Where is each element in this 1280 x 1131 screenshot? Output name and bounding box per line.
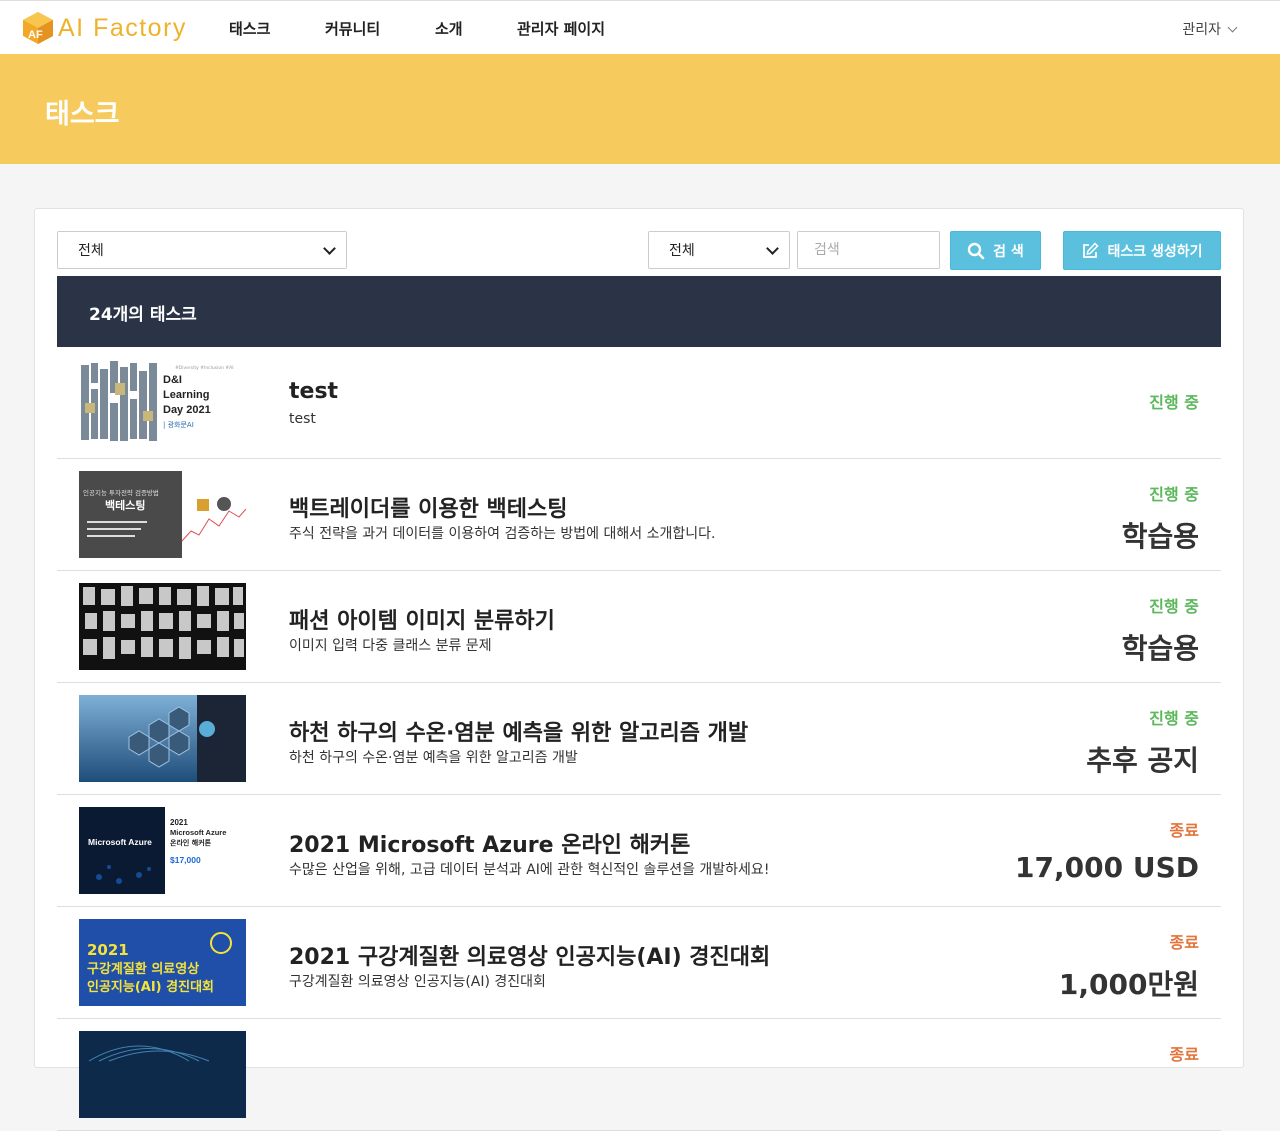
task-panel: 전체 전체 검 색 태스크 생성하기 24개의 태스크 [34,208,1244,1131]
task-count: 24개의 태스크 [89,305,197,325]
logo[interactable]: AF AI Factory [22,11,187,45]
category-select-value: 전체 [78,243,104,259]
prize-value: 1,000만원 [1058,968,1199,1001]
search-input[interactable] [797,231,940,269]
prize-value: 17,000 USD [1015,851,1199,884]
nav-item-admin[interactable]: 관리자 페이지 [517,18,605,39]
thumbnail-line: Microsoft Azure [88,837,152,847]
thumbnail-line: Microsoft Azure [170,828,226,837]
nav-item-community[interactable]: 커뮤니티 [325,18,380,39]
prize-value: 학습용 [1121,632,1199,665]
logo-mark-text: AF [28,29,43,41]
task-description: test [289,411,316,427]
thumbnail-line: Day 2021 [163,404,211,416]
chevron-down-icon [1227,22,1238,32]
status-badge: 종료 [1169,933,1199,952]
thumbnail-line: Learning [163,389,209,401]
task-row[interactable]: 2021 구강계질환 의료영상 인공지능(AI) 경진대회 2021 구강계질환… [57,907,1221,1019]
thumbnail-line: 인공지능(AI) 경진대회 [87,979,214,995]
task-row[interactable]: 종료 [57,1019,1221,1131]
status-badge: 종료 [1169,1045,1199,1064]
search-field-select[interactable]: 전체 [648,231,790,269]
category-select[interactable]: 전체 [57,231,347,269]
task-thumbnail: 인공지능 투자전략 검증방법 백테스팅 [79,471,246,558]
status-badge: 종료 [1169,821,1199,840]
user-label: 관리자 [1182,22,1221,38]
search-button-label: 검 색 [993,243,1024,260]
thumbnail-line: $17,000 [170,855,201,865]
nav-item-about[interactable]: 소개 [435,18,463,39]
task-thumbnail: #Diversity #Inclusion #AI D&I Learning D… [79,359,246,446]
task-title[interactable]: 하천 하구의 수온·염분 예측을 위한 알고리즘 개발 [289,715,748,747]
thumbnail-line: 인공지능 투자전략 검증방법 [83,488,159,497]
search-button[interactable]: 검 색 [950,231,1041,270]
create-task-button-label: 태스크 생성하기 [1107,243,1203,260]
status-badge: 진행 중 [1149,485,1199,504]
thumbnail-line: 구강계질환 의료영상 [87,961,199,977]
task-description: 주식 전략을 과거 데이터를 이용하여 검증하는 방법에 대해서 소개합니다. [289,526,716,542]
create-task-button[interactable]: 태스크 생성하기 [1063,231,1221,270]
task-description: 수많은 산업을 위해, 고급 데이터 분석과 AI에 관한 혁신적인 솔루션을 … [289,862,770,878]
edit-icon [1083,241,1100,258]
thumbnail-line: 2021 [87,941,129,959]
task-count-bar: 24개의 태스크 [57,276,1221,347]
thumbnail-line: 2021 [170,818,188,827]
status-badge: 진행 중 [1149,709,1199,728]
task-row[interactable]: Microsoft Azure 2021 Microsoft Azure 온라인… [57,795,1221,907]
task-thumbnail [79,1031,246,1118]
task-row[interactable]: 패션 아이템 이미지 분류하기 이미지 입력 다중 클래스 분류 문제 진행 중… [57,571,1221,683]
task-thumbnail: Microsoft Azure 2021 Microsoft Azure 온라인… [79,807,246,894]
task-title[interactable]: test [289,379,338,404]
task-row[interactable]: #Diversity #Inclusion #AI D&I Learning D… [57,347,1221,459]
thumbnail-line: | 광화문AI [163,421,194,429]
search-icon [967,242,985,259]
user-menu[interactable]: 관리자 [1182,19,1238,39]
chevron-down-icon [323,242,336,255]
task-thumbnail [79,695,246,782]
nav-item-tasks[interactable]: 태스크 [229,18,270,39]
task-title[interactable]: 2021 Microsoft Azure 온라인 해커톤 [289,827,690,859]
task-title[interactable]: 2021 구강계질환 의료영상 인공지능(AI) 경진대회 [289,939,770,971]
status-badge: 진행 중 [1149,597,1199,616]
top-navigation: AF AI Factory 태스크 커뮤니티 소개 관리자 페이지 관리자 [0,0,1280,54]
task-title[interactable]: 백트레이더를 이용한 백테스팅 [289,491,567,523]
logo-icon: AF [22,11,54,45]
prize-value: 학습용 [1121,520,1199,553]
task-list: #Diversity #Inclusion #AI D&I Learning D… [57,347,1221,1131]
task-thumbnail: 2021 구강계질환 의료영상 인공지능(AI) 경진대회 [79,919,246,1006]
search-field-select-value: 전체 [669,243,695,259]
task-description: 하천 하구의 수온·염분 예측을 위한 알고리즘 개발 [289,750,578,766]
status-badge: 진행 중 [1149,393,1199,412]
task-thumbnail [79,583,246,670]
thumbnail-line: D&I [163,374,182,386]
logo-text: AI Factory [58,13,187,42]
task-description: 이미지 입력 다중 클래스 분류 문제 [289,638,492,654]
thumbnail-line: 온라인 해커톤 [170,838,212,847]
page-title: 태스크 [45,99,120,130]
task-description: 구강계질환 의료영상 인공지능(AI) 경진대회 [289,974,546,990]
page-banner: 태스크 [0,54,1280,164]
chevron-down-icon [766,242,779,255]
task-row[interactable]: 인공지능 투자전략 검증방법 백테스팅 백트레이더를 이용한 백테스팅 주식 전… [57,459,1221,571]
task-row[interactable]: 하천 하구의 수온·염분 예측을 위한 알고리즘 개발 하천 하구의 수온·염분… [57,683,1221,795]
prize-value: 추후 공지 [1086,744,1199,777]
thumbnail-line: 백테스팅 [105,498,145,512]
task-title[interactable]: 패션 아이템 이미지 분류하기 [289,603,555,635]
thumbnail-tag: #Diversity #Inclusion #AI [175,365,234,371]
